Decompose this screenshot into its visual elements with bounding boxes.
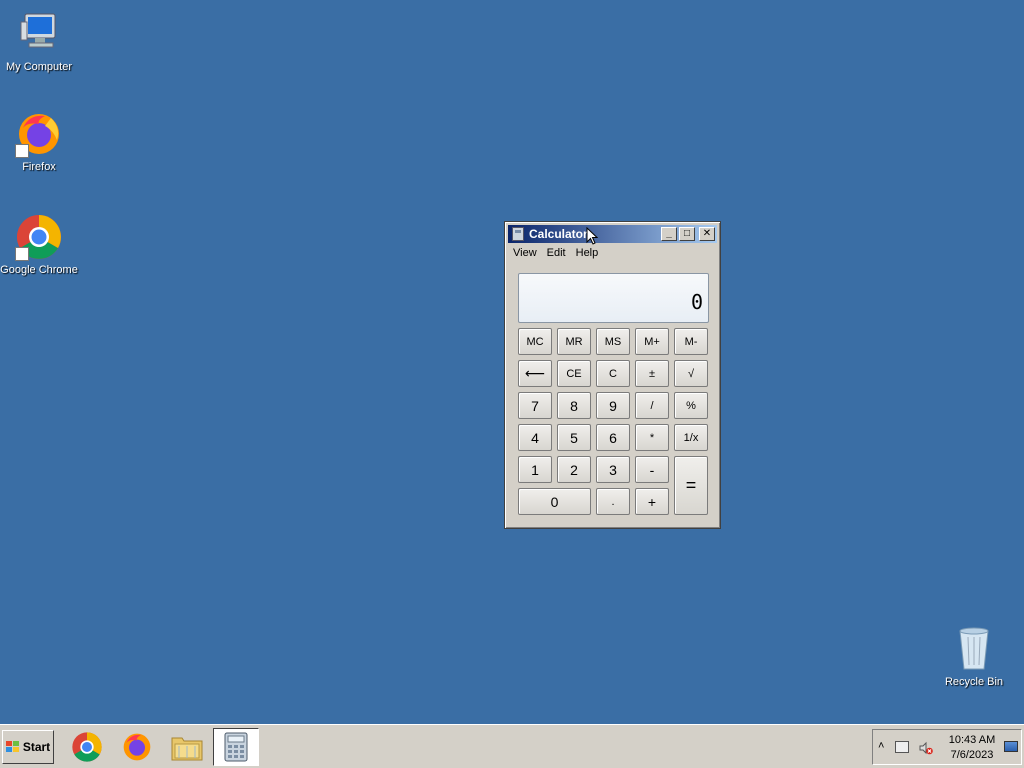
digit-2-button[interactable]: 2: [557, 456, 591, 483]
calculator-display: 0: [518, 273, 709, 323]
clear-button[interactable]: C: [596, 360, 630, 387]
reciprocal-button[interactable]: 1/x: [674, 424, 708, 451]
menu-help[interactable]: Help: [571, 247, 604, 259]
desktop-icon-my-computer[interactable]: My Computer: [0, 10, 78, 73]
show-hidden-icons-button[interactable]: ˄: [878, 740, 884, 752]
calculator-titlebar[interactable]: Calculator _ □ ✕: [508, 225, 717, 243]
digit-3-button[interactable]: 3: [596, 456, 630, 483]
digit-9-button[interactable]: 9: [596, 392, 630, 419]
network-icon[interactable]: [895, 741, 909, 753]
minus-button[interactable]: -: [635, 456, 669, 483]
digit-0-button[interactable]: 0: [518, 488, 591, 515]
digit-5-button[interactable]: 5: [557, 424, 591, 451]
desktop-icon-firefox[interactable]: Firefox: [0, 110, 78, 173]
display-value: 0: [690, 290, 703, 314]
recycle-bin-icon: [950, 625, 998, 673]
shortcut-arrow-icon: [15, 247, 29, 261]
firefox-icon: [123, 733, 151, 761]
close-button[interactable]: ✕: [699, 227, 715, 241]
memory-subtract-button[interactable]: M-: [674, 328, 708, 355]
plus-button[interactable]: +: [635, 488, 669, 515]
start-button[interactable]: Start: [2, 730, 54, 764]
divide-button[interactable]: /: [635, 392, 669, 419]
multiply-button[interactable]: *: [635, 424, 669, 451]
desktop-icon-label: Recycle Bin: [944, 676, 1004, 688]
taskbar-app-chrome[interactable]: [64, 728, 110, 766]
percent-button[interactable]: %: [674, 392, 708, 419]
minimize-button[interactable]: _: [661, 227, 677, 241]
taskbar-app-firefox[interactable]: [114, 728, 160, 766]
memory-store-button[interactable]: MS: [596, 328, 630, 355]
system-tray: ˄ 10:43 AM 7/6/2023: [872, 729, 1022, 765]
sqrt-button[interactable]: √: [674, 360, 708, 387]
memory-add-button[interactable]: M+: [635, 328, 669, 355]
windows-logo-icon: [5, 741, 20, 753]
taskbar: Start ˄ 10:43 AM 7/6/2023: [0, 724, 1024, 768]
volume-muted-icon[interactable]: [919, 741, 933, 755]
decimal-button[interactable]: .: [596, 488, 630, 515]
menubar: View Edit Help: [508, 244, 717, 262]
menu-edit[interactable]: Edit: [542, 247, 571, 259]
negate-button[interactable]: ±: [635, 360, 669, 387]
chrome-icon: [15, 213, 63, 261]
backspace-button[interactable]: ⟵: [518, 360, 552, 387]
equals-button[interactable]: =: [674, 456, 708, 515]
calculator-window: Calculator _ □ ✕ View Edit Help 0 MC MR …: [504, 221, 721, 529]
desktop-icon-label: Firefox: [22, 161, 56, 173]
maximize-button[interactable]: □: [679, 227, 695, 241]
clock-time: 10:43 AM: [948, 734, 996, 746]
show-desktop-button[interactable]: [1004, 741, 1018, 752]
computer-icon: [15, 10, 63, 58]
digit-1-button[interactable]: 1: [518, 456, 552, 483]
taskbar-app-calculator[interactable]: [213, 728, 259, 766]
clock-date: 7/6/2023: [950, 749, 994, 761]
firefox-icon: [15, 110, 63, 158]
mouse-cursor-icon: [586, 227, 598, 245]
desktop-icon-label: My Computer: [5, 61, 73, 73]
taskbar-app-explorer[interactable]: [164, 728, 210, 766]
folder-icon: [171, 737, 203, 761]
memory-clear-button[interactable]: MC: [518, 328, 552, 355]
chrome-icon: [72, 732, 102, 762]
desktop-icon-recycle-bin[interactable]: Recycle Bin: [935, 625, 1013, 688]
menu-view[interactable]: View: [508, 247, 542, 259]
clear-entry-button[interactable]: CE: [557, 360, 591, 387]
desktop-icon-google-chrome[interactable]: Google Chrome: [0, 213, 78, 276]
digit-6-button[interactable]: 6: [596, 424, 630, 451]
start-label: Start: [22, 740, 51, 754]
shortcut-arrow-icon: [15, 144, 29, 158]
calculator-icon: [224, 732, 248, 762]
digit-7-button[interactable]: 7: [518, 392, 552, 419]
digit-4-button[interactable]: 4: [518, 424, 552, 451]
calculator-icon: [512, 227, 524, 241]
memory-recall-button[interactable]: MR: [557, 328, 591, 355]
clock[interactable]: 10:43 AM 7/6/2023: [943, 733, 1001, 763]
digit-8-button[interactable]: 8: [557, 392, 591, 419]
desktop-icon-label: Google Chrome: [0, 264, 78, 276]
